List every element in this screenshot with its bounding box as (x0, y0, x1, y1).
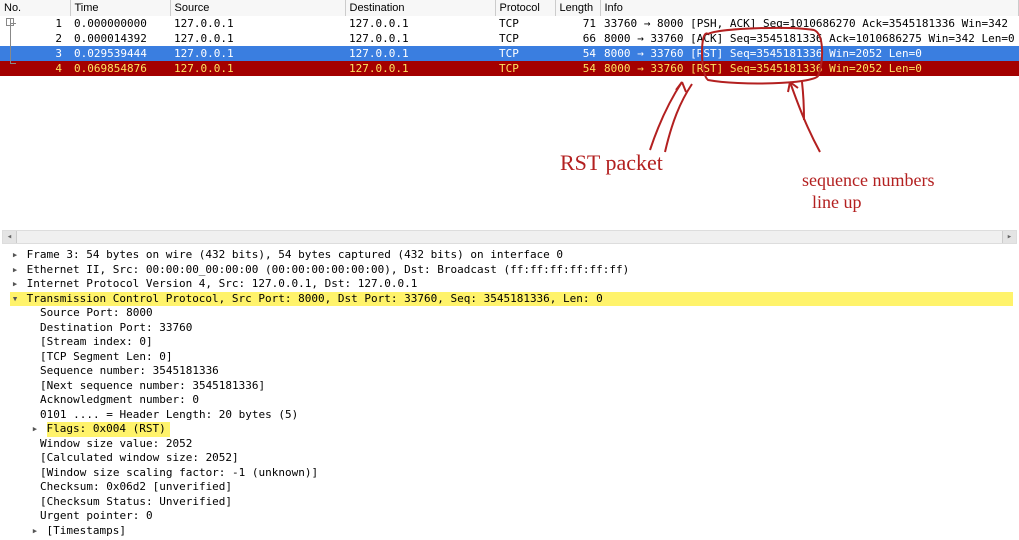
detail-frame[interactable]: ▸ Frame 3: 54 bytes on wire (432 bits), … (10, 248, 1013, 263)
detail-ethernet[interactable]: ▸ Ethernet II, Src: 00:00:00_00:00:00 (0… (10, 263, 1013, 278)
detail-ip[interactable]: ▸ Internet Protocol Version 4, Src: 127.… (10, 277, 1013, 292)
cell-time: 0.029539444 (70, 46, 170, 61)
expand-icon[interactable]: ▸ (10, 248, 20, 263)
detail-dstport[interactable]: Destination Port: 33760 (10, 321, 1013, 336)
cell-src: 127.0.0.1 (170, 61, 345, 76)
annotation-seq-label-2: line up (812, 192, 862, 213)
annotation-rst-label: RST packet (560, 150, 663, 176)
cell-time: 0.000000000 (70, 16, 170, 31)
expand-icon[interactable]: ▸ (10, 263, 20, 278)
collapse-icon[interactable]: ▾ (10, 292, 20, 307)
detail-winsize[interactable]: Window size value: 2052 (10, 437, 1013, 452)
cell-len: 71 (555, 16, 600, 31)
detail-stream[interactable]: [Stream index: 0] (10, 335, 1013, 350)
col-header-protocol[interactable]: Protocol (495, 0, 555, 16)
detail-timestamps[interactable]: ▸ [Timestamps] (10, 524, 1013, 539)
packet-table[interactable]: No. Time Source Destination Protocol Len… (0, 0, 1019, 76)
annotation-seq-label-1: sequence numbers (802, 170, 934, 191)
cell-len: 54 (555, 61, 600, 76)
cell-len: 66 (555, 31, 600, 46)
cell-dst: 127.0.0.1 (345, 31, 495, 46)
detail-hdrlen[interactable]: 0101 .... = Header Length: 20 bytes (5) (10, 408, 1013, 423)
detail-checksum[interactable]: Checksum: 0x06d2 [unverified] (10, 480, 1013, 495)
cell-dst: 127.0.0.1 (345, 61, 495, 76)
cell-dst: 127.0.0.1 (345, 46, 495, 61)
expand-icon[interactable]: ▸ (10, 277, 20, 292)
scroll-right-arrow-icon[interactable]: ▸ (1002, 231, 1016, 243)
packet-row[interactable]: 2 0.000014392 127.0.0.1 127.0.0.1 TCP 66… (0, 31, 1019, 46)
col-header-destination[interactable]: Destination (345, 0, 495, 16)
col-header-time[interactable]: Time (70, 0, 170, 16)
col-header-no[interactable]: No. (0, 0, 70, 16)
detail-winscale[interactable]: [Window size scaling factor: -1 (unknown… (10, 466, 1013, 481)
cell-time: 0.069854876 (70, 61, 170, 76)
cell-proto: TCP (495, 61, 555, 76)
cell-len: 54 (555, 46, 600, 61)
detail-seq[interactable]: Sequence number: 3545181336 (10, 364, 1013, 379)
packet-list-pane: No. Time Source Destination Protocol Len… (0, 0, 1019, 78)
detail-nextseq[interactable]: [Next sequence number: 3545181336] (10, 379, 1013, 394)
col-header-length[interactable]: Length (555, 0, 600, 16)
cell-dst: 127.0.0.1 (345, 16, 495, 31)
cell-src: 127.0.0.1 (170, 16, 345, 31)
expand-icon[interactable]: ▸ (30, 422, 40, 437)
packet-row-rst[interactable]: 4 0.069854876 127.0.0.1 127.0.0.1 TCP 54… (0, 61, 1019, 76)
cell-proto: TCP (495, 31, 555, 46)
cell-info: 8000 → 33760 [RST] Seq=3545181336 Win=20… (600, 61, 1019, 76)
detail-calcwin[interactable]: [Calculated window size: 2052] (10, 451, 1013, 466)
packet-row[interactable]: 1 0.000000000 127.0.0.1 127.0.0.1 TCP 71… (0, 16, 1019, 31)
cell-proto: TCP (495, 16, 555, 31)
detail-ack[interactable]: Acknowledgment number: 0 (10, 393, 1013, 408)
cell-time: 0.000014392 (70, 31, 170, 46)
packet-table-header[interactable]: No. Time Source Destination Protocol Len… (0, 0, 1019, 16)
cell-info: 8000 → 33760 [RST] Seq=3545181336 Win=20… (600, 46, 1019, 61)
cell-src: 127.0.0.1 (170, 46, 345, 61)
expand-icon[interactable]: ▸ (30, 524, 40, 539)
detail-tcp[interactable]: ▾ Transmission Control Protocol, Src Por… (10, 292, 1013, 307)
detail-srcport[interactable]: Source Port: 8000 (10, 306, 1013, 321)
detail-flags[interactable]: ▸ Flags: 0x004 (RST) (10, 422, 1013, 437)
cell-proto: TCP (495, 46, 555, 61)
horizontal-scrollbar[interactable]: ◂ ▸ (2, 230, 1017, 244)
scroll-left-arrow-icon[interactable]: ◂ (3, 231, 17, 243)
packet-details-pane[interactable]: ▸ Frame 3: 54 bytes on wire (432 bits), … (10, 248, 1013, 540)
cell-info: 8000 → 33760 [ACK] Seq=3545181336 Ack=10… (600, 31, 1019, 46)
col-header-source[interactable]: Source (170, 0, 345, 16)
cell-src: 127.0.0.1 (170, 31, 345, 46)
detail-seglen[interactable]: [TCP Segment Len: 0] (10, 350, 1013, 365)
detail-urgent[interactable]: Urgent pointer: 0 (10, 509, 1013, 524)
detail-checkstat[interactable]: [Checksum Status: Unverified] (10, 495, 1013, 510)
cell-info: 33760 → 8000 [PSH, ACK] Seq=1010686270 A… (600, 16, 1019, 31)
packet-row-selected[interactable]: 3 0.029539444 127.0.0.1 127.0.0.1 TCP 54… (0, 46, 1019, 61)
col-header-info[interactable]: Info (600, 0, 1019, 16)
